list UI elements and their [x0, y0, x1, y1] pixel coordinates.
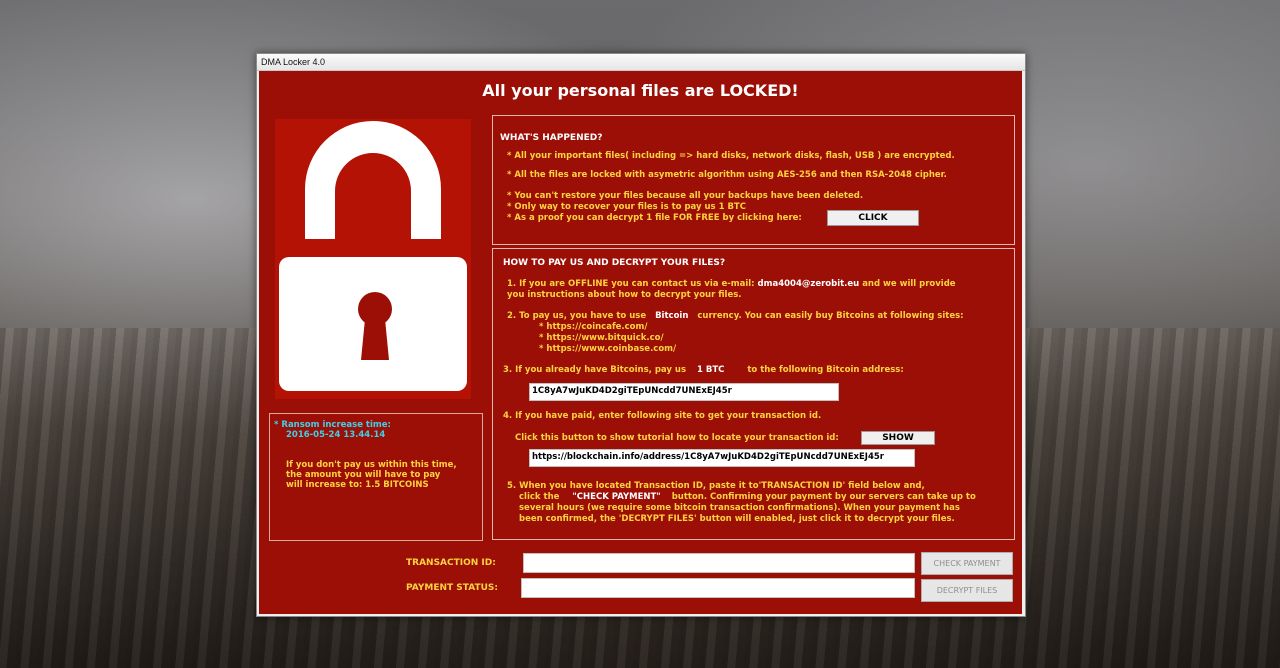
- step-5-line: click the "CHECK PAYMENT" button. Confir…: [519, 492, 976, 502]
- step-text: been confirmed, the 'DECRYPT FILES' butt…: [519, 514, 955, 524]
- info-line: * All the files are locked with asymetri…: [507, 170, 947, 180]
- step-text: click the: [519, 492, 560, 502]
- step-text: to the following Bitcoin address:: [747, 365, 904, 375]
- info-line: * As a proof you can decrypt 1 file FOR …: [507, 213, 802, 223]
- step-text: currency. You can easily buy Bitcoins at…: [697, 311, 964, 321]
- info-line: * All your important files( including =>…: [507, 151, 955, 161]
- decrypt-files-button[interactable]: DECRYPT FILES: [921, 579, 1013, 602]
- info-line: * Only way to recover your files is to p…: [507, 202, 746, 212]
- window-content: All your personal files are LOCKED! * Ra…: [259, 71, 1022, 614]
- btc-amount: 1 BTC: [696, 365, 725, 375]
- warning-line: the amount you will have to pay: [286, 470, 441, 480]
- step-text: several hours (we require some bitcoin t…: [519, 503, 960, 513]
- contact-email: dma4004@zerobit.eu: [757, 279, 860, 289]
- lock-panel: [275, 119, 471, 399]
- show-button[interactable]: SHOW: [861, 431, 935, 445]
- step-text: 1. If you are OFFLINE you can contact us…: [507, 279, 755, 289]
- check-payment-quote: "CHECK PAYMENT": [572, 492, 661, 502]
- bitcoin-word: Bitcoin: [655, 311, 689, 321]
- window-title: DMA Locker 4.0: [257, 54, 1025, 71]
- step-text: and we will provide: [862, 279, 956, 289]
- click-button[interactable]: CLICK: [827, 210, 919, 226]
- ransom-window: DMA Locker 4.0 All your personal files a…: [256, 53, 1026, 617]
- how-to-pay-box: HOW TO PAY US AND DECRYPT YOUR FILES? 1.…: [492, 248, 1015, 540]
- step-text: 2. To pay us, you have to use: [507, 311, 647, 321]
- padlock-icon: [279, 121, 467, 391]
- step-5: 5. When you have located Transaction ID,…: [507, 481, 925, 491]
- whats-happened-box: WHAT'S HAPPENED? * All your important fi…: [492, 115, 1015, 245]
- section-title: WHAT'S HAPPENED?: [500, 133, 603, 143]
- warning-line: If you don't pay us within this time,: [286, 460, 457, 470]
- site-link: * https://coincafe.com/: [539, 322, 648, 332]
- main-heading: All your personal files are LOCKED!: [482, 81, 799, 100]
- step-text: 3. If you already have Bitcoins, pay us: [503, 365, 687, 375]
- step-2: 2. To pay us, you have to use Bitcoin cu…: [507, 311, 964, 321]
- warning-line: will increase to: 1.5 BITCOINS: [286, 480, 429, 490]
- transaction-id-label: TRANSACTION ID:: [406, 558, 496, 568]
- step-4: 4. If you have paid, enter following sit…: [503, 411, 822, 421]
- bitcoin-address-field[interactable]: 1C8yA7wJuKD4D2giTEpUNcdd7UNExEJ45r: [529, 383, 839, 401]
- step-1: 1. If you are OFFLINE you can contact us…: [507, 279, 956, 289]
- payment-status-label: PAYMENT STATUS:: [406, 583, 499, 593]
- payment-status-field[interactable]: [521, 578, 915, 598]
- timer-date: 2016-05-24 13.44.14: [286, 430, 386, 440]
- step-text: you instructions about how to decrypt yo…: [507, 290, 742, 300]
- blockchain-url-field[interactable]: https://blockchain.info/address/1C8yA7wJ…: [529, 449, 915, 467]
- site-link: * https://www.bitquick.co/: [539, 333, 664, 343]
- transaction-id-input[interactable]: [523, 553, 915, 573]
- check-payment-button[interactable]: CHECK PAYMENT: [921, 552, 1013, 575]
- timer-label: * Ransom increase time:: [274, 420, 391, 430]
- section-title: HOW TO PAY US AND DECRYPT YOUR FILES?: [503, 258, 726, 268]
- step-3: 3. If you already have Bitcoins, pay us …: [503, 365, 904, 375]
- info-line: * You can't restore your files because a…: [507, 191, 864, 201]
- increase-warning: If you don't pay us within this time, th…: [286, 460, 472, 490]
- site-link: * https://www.coinbase.com/: [539, 344, 677, 354]
- step-text: button. Confirming your payment by our s…: [671, 492, 976, 502]
- show-tutorial-text: Click this button to show tutorial how t…: [515, 433, 839, 443]
- ransom-timer-box: * Ransom increase time: 2016-05-24 13.44…: [269, 413, 483, 541]
